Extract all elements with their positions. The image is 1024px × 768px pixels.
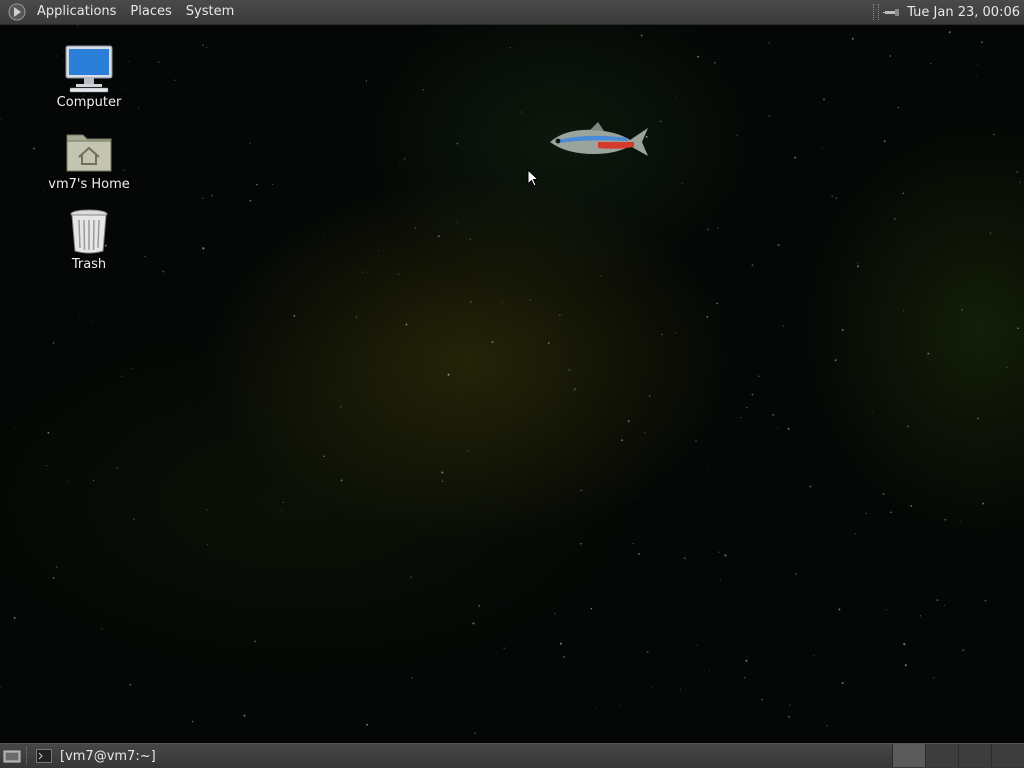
workspace-switcher (892, 744, 1024, 768)
panel-tray: Tue Jan 23, 00:06 (873, 0, 1024, 24)
desktop-icon-trash[interactable]: Trash (44, 206, 134, 272)
workspace-4[interactable] (991, 744, 1024, 767)
gnome-foot-icon[interactable] (8, 3, 26, 21)
applications-menu[interactable]: Applications (30, 0, 123, 24)
computer-icon (63, 44, 115, 94)
taskbar-terminal-label: [vm7@vm7:~] (60, 748, 156, 764)
desktop-screen: Applications Places System Tue Jan 23, 0… (0, 0, 1024, 768)
places-menu[interactable]: Places (123, 0, 178, 24)
tray-handle[interactable] (873, 4, 880, 20)
trash-icon (63, 206, 115, 256)
home-label: vm7's Home (48, 177, 130, 192)
terminal-icon (36, 749, 52, 763)
network-icon[interactable] (883, 4, 901, 20)
desktop-icon-computer[interactable]: Computer (44, 44, 134, 110)
workspace-3[interactable] (958, 744, 991, 767)
system-menu[interactable]: System (179, 0, 241, 24)
top-panel: Applications Places System Tue Jan 23, 0… (0, 0, 1024, 25)
neon-tetra-fish-image (550, 122, 648, 156)
bottom-panel: [vm7@vm7:~] (0, 743, 1024, 768)
panel-handle[interactable] (26, 747, 30, 765)
clock[interactable]: Tue Jan 23, 00:06 (907, 5, 1024, 20)
starfield-wallpaper (0, 24, 1021, 734)
desktop-icon-home[interactable]: vm7's Home (44, 126, 134, 192)
computer-label: Computer (56, 95, 122, 110)
home-folder-icon (63, 126, 115, 176)
trash-label: Trash (71, 257, 107, 272)
workspace-2[interactable] (925, 744, 958, 767)
show-desktop-icon[interactable] (2, 747, 22, 765)
workspace-1[interactable] (892, 744, 925, 767)
mouse-pointer-icon (527, 169, 539, 187)
taskbar-terminal-window[interactable]: [vm7@vm7:~] (34, 745, 204, 767)
